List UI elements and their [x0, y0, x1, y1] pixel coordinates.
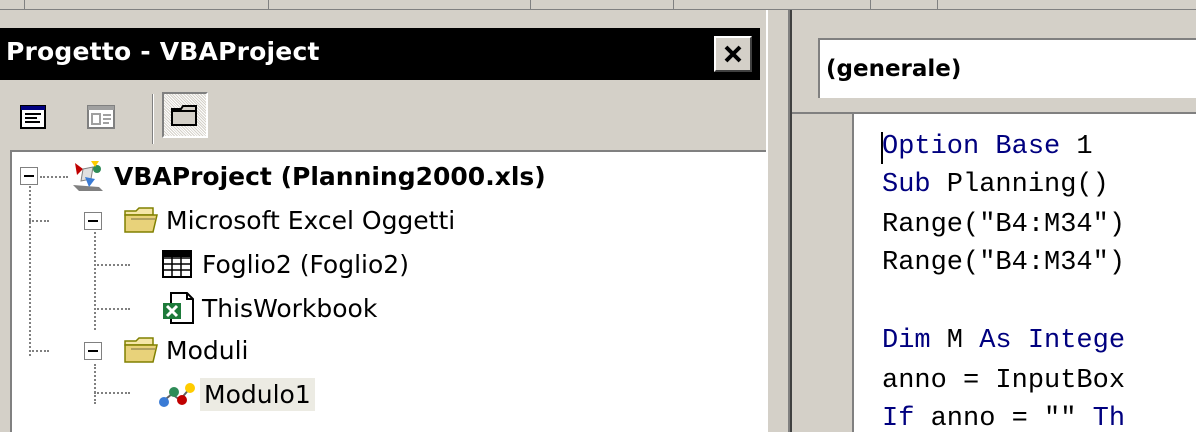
code-line[interactable]: anno = InputBox [882, 362, 1125, 400]
object-combo[interactable]: (generale) [818, 38, 1196, 98]
code-keyword: Th [1092, 404, 1126, 432]
project-explorer-pane: Progetto - VBAProject VBAProject (Planni… [0, 10, 766, 432]
code-line[interactable]: If anno = "" Th [882, 400, 1125, 432]
view-object-button[interactable] [78, 94, 124, 140]
worksheet-icon [158, 247, 198, 281]
margin-indicator-bar[interactable] [792, 114, 854, 432]
code-text: 1 [1060, 132, 1093, 162]
project-toolbar [0, 82, 766, 154]
code-text: anno = "" [914, 404, 1093, 432]
project-tree: VBAProject (Planning2000.xls) Microsoft … [10, 150, 766, 432]
tree-node-excel-objects[interactable]: Microsoft Excel Oggetti [122, 198, 459, 242]
code-line[interactable]: Range("B4:M34") [882, 206, 1125, 244]
code-text: Range("B4:M34") [882, 248, 1126, 278]
pane-splitter[interactable] [766, 10, 790, 432]
workbook-icon [158, 291, 198, 325]
folder-open-icon [122, 203, 162, 237]
code-line[interactable]: Sub Planning() [882, 166, 1109, 204]
tree-node-modulo1[interactable]: Modulo1 [156, 372, 315, 416]
code-line[interactable]: Dim M As Intege [882, 322, 1125, 360]
code-editor[interactable]: Option Base 1 Sub Planning() Range("B4:M34… [792, 112, 1196, 432]
code-keyword: Dim [882, 326, 931, 356]
code-text: Planning() [930, 170, 1109, 200]
code-line[interactable]: Option Base 1 [882, 128, 1093, 166]
tree-node-thisworkbook[interactable]: ThisWorkbook [158, 286, 381, 330]
code-line[interactable]: Range("B4:M34") [882, 244, 1125, 282]
close-button[interactable] [714, 36, 752, 72]
toggle-folders-button[interactable] [162, 92, 208, 138]
tree-label-thisworkbook: ThisWorkbook [202, 293, 378, 323]
code-keyword: If [882, 404, 915, 432]
root-collapse-toggle[interactable] [20, 167, 38, 185]
ruler-strip [0, 0, 1196, 10]
folder-open-icon [122, 333, 162, 367]
view-code-icon [20, 105, 46, 129]
tree-label-moduli: Moduli [166, 335, 249, 365]
code-text: Range("B4:M34") [882, 210, 1126, 240]
code-text: anno = InputBox [882, 366, 1126, 396]
tree-node-moduli[interactable]: Moduli [122, 328, 252, 372]
project-explorer-titlebar[interactable]: Progetto - VBAProject [0, 28, 760, 80]
code-window: (generale) Option Base 1 Sub Planning() Ra… [790, 10, 1196, 432]
code-keyword: Option Base [882, 132, 1061, 162]
code-keyword: As Intege [979, 326, 1126, 356]
project-explorer-title: Progetto - VBAProject [6, 37, 320, 66]
object-combo-value: (generale) [826, 56, 962, 82]
group-moduli-toggle[interactable] [84, 342, 102, 360]
tree-node-foglio2[interactable]: Foglio2 (Foglio2) [158, 242, 413, 286]
code-text: M [930, 326, 980, 356]
tree-label-vbaproject: VBAProject (Planning2000.xls) [114, 161, 546, 191]
view-code-button[interactable] [10, 94, 56, 140]
code-keyword: Sub [882, 170, 931, 200]
tree-node-vbaproject[interactable]: VBAProject (Planning2000.xls) [68, 154, 550, 198]
view-object-icon [87, 105, 115, 129]
tree-label-excel-objects: Microsoft Excel Oggetti [166, 205, 456, 235]
tree-label-modulo1: Modulo1 [200, 377, 315, 411]
close-icon [724, 45, 742, 63]
tree-label-foglio2: Foglio2 (Foglio2) [202, 249, 409, 279]
module-icon [156, 377, 200, 411]
vba-project-icon [68, 156, 110, 196]
folder-icon [171, 105, 197, 126]
group-excel-objects-toggle[interactable] [84, 212, 102, 230]
